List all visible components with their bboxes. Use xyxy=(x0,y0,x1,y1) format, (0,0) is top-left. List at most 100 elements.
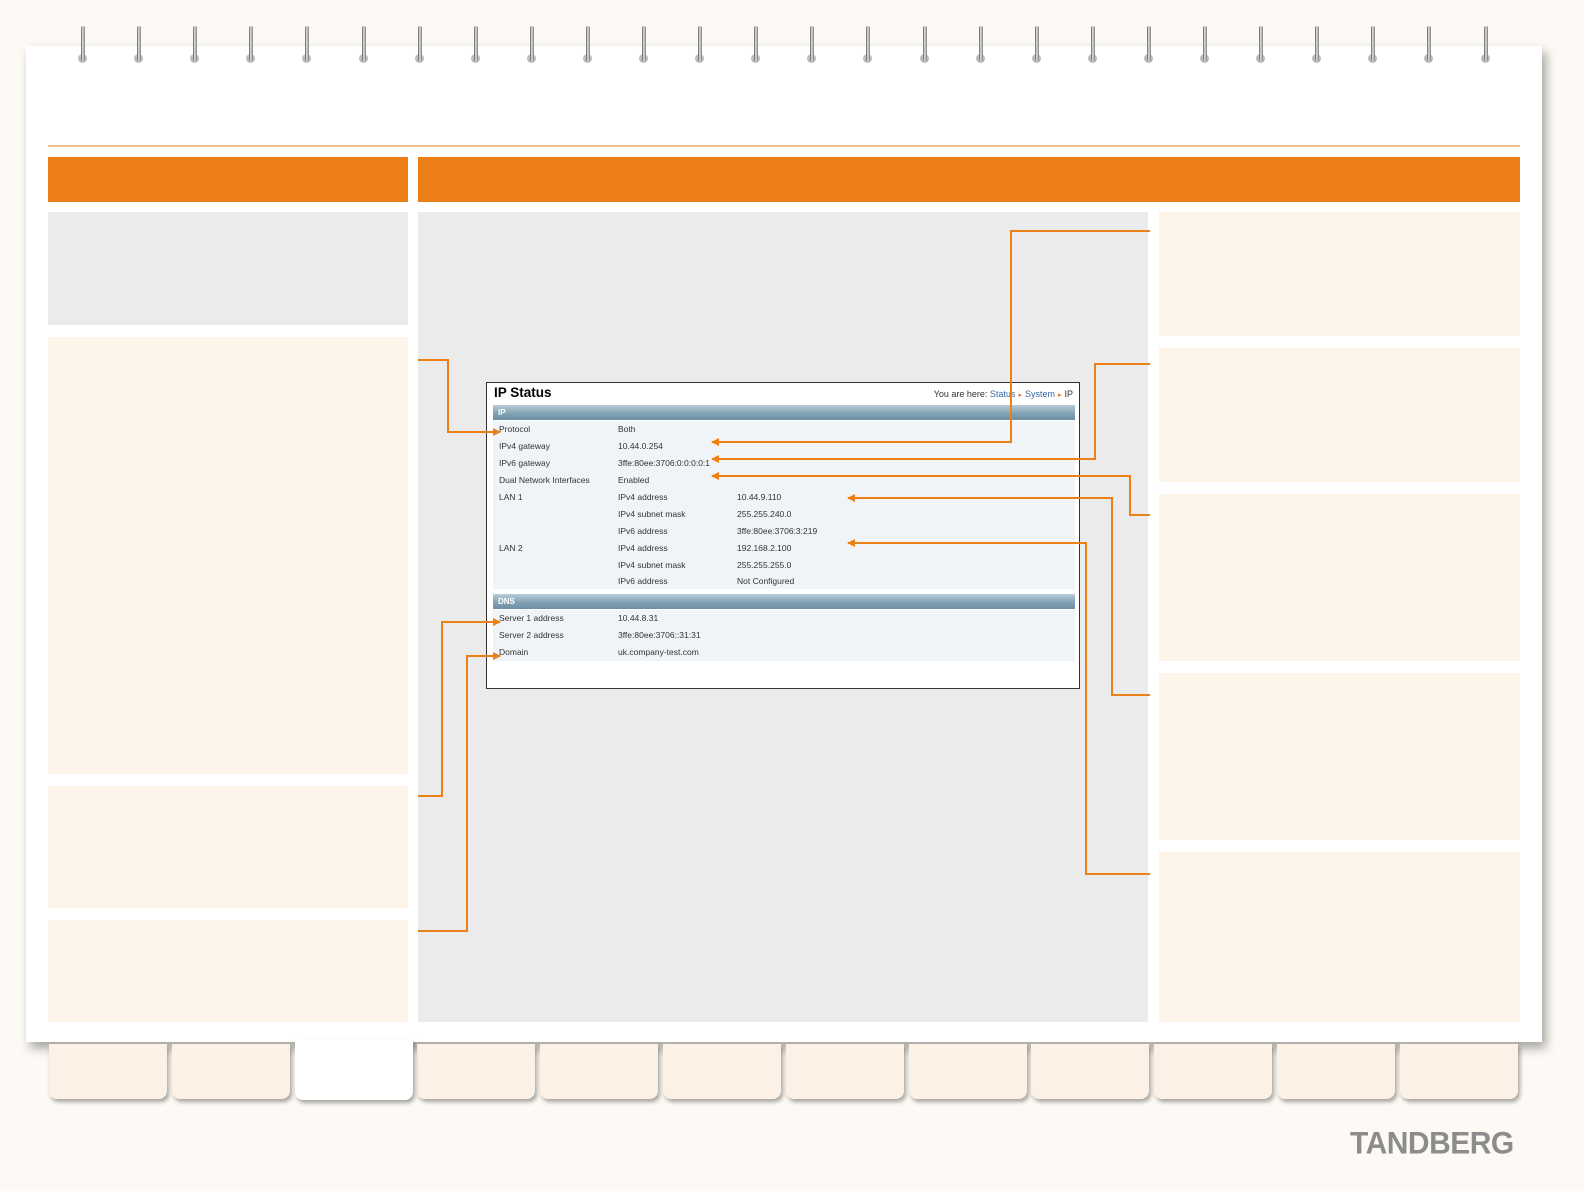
left-note-box-2 xyxy=(48,786,408,908)
right-note-box-4 xyxy=(1159,673,1520,840)
tab-5[interactable] xyxy=(540,1044,659,1099)
binding-ring xyxy=(134,26,144,66)
binding-ring xyxy=(470,26,481,66)
tab-10[interactable] xyxy=(1154,1044,1273,1099)
tab-7[interactable] xyxy=(785,1044,904,1099)
row-label: Dual Network Interfaces xyxy=(499,475,590,485)
binding-ring xyxy=(975,26,986,66)
binding-ring xyxy=(1312,26,1322,66)
right-note-box-1 xyxy=(1159,212,1520,336)
binding-ring xyxy=(358,26,369,66)
tab-1[interactable] xyxy=(49,1044,167,1099)
row-value: 3ffe:80ee:3706::31:31 xyxy=(618,630,701,640)
binding-ring xyxy=(751,26,761,66)
binding-ring xyxy=(1143,26,1154,66)
page-title: IP Status xyxy=(494,385,552,400)
table-row: Server 1 address 10.44.8.31 xyxy=(493,610,1075,627)
row-value: 10.44.8.31 xyxy=(618,613,659,623)
row-subvalue: 10.44.9.110 xyxy=(737,492,782,502)
row-value: Enabled xyxy=(618,475,650,485)
binding-ring xyxy=(919,26,930,66)
row-value: IPv4 subnet mask xyxy=(618,509,686,519)
left-note-box-3 xyxy=(48,920,408,1022)
row-value: IPv6 address xyxy=(618,526,668,536)
binding-ring xyxy=(1424,26,1434,66)
breadcrumb-separator-icon: ▸ xyxy=(1057,392,1062,399)
binding-ring xyxy=(1031,26,1042,66)
row-label: Server 2 address xyxy=(499,630,564,640)
table-row: LAN 1 IPv4 address 10.44.9.110 xyxy=(493,489,1075,506)
table-row: Protocol Both xyxy=(493,421,1075,438)
row-label: Protocol xyxy=(499,424,531,434)
tab-3[interactable] xyxy=(294,1040,413,1100)
dns-section-header: DNS xyxy=(493,594,1075,609)
main-header-bar xyxy=(418,157,1520,202)
binding-ring xyxy=(1256,26,1266,66)
right-note-box-5 xyxy=(1159,852,1520,1022)
binding-ring xyxy=(78,26,88,66)
row-value: IPv6 address xyxy=(618,576,668,586)
table-row: Server 2 address 3ffe:80ee:3706::31:31 xyxy=(493,627,1075,644)
binding-ring xyxy=(1087,26,1098,66)
table-row: IPv4 gateway 10.44.0.254 xyxy=(493,438,1075,455)
tab-11[interactable] xyxy=(1277,1044,1395,1099)
left-intro-box xyxy=(48,212,408,325)
tab-2[interactable] xyxy=(171,1044,290,1099)
row-subvalue: Not Configured xyxy=(737,576,795,586)
row-subvalue: 255.255.255.0 xyxy=(737,560,792,570)
right-note-box-2 xyxy=(1159,348,1520,482)
row-label: LAN 1 xyxy=(499,492,523,502)
row-label: LAN 2 xyxy=(499,543,523,553)
left-header-bar xyxy=(48,157,408,202)
row-value: IPv4 address xyxy=(618,543,668,553)
table-row: IPv4 subnet mask 255.255.240.0 xyxy=(493,506,1075,523)
tandberg-logo: TANDBERG xyxy=(1350,1126,1514,1161)
binding-ring xyxy=(863,26,873,66)
tab-12[interactable] xyxy=(1399,1044,1518,1099)
table-row: IPv4 subnet mask 255.255.255.0 xyxy=(493,557,1075,574)
binding-ring xyxy=(1200,26,1210,66)
row-value: Both xyxy=(618,424,636,434)
ip-section-header: IP xyxy=(493,405,1075,420)
row-value: uk.company-test.com xyxy=(618,647,699,657)
binding-ring xyxy=(414,26,425,66)
breadcrumb-separator-icon: ▸ xyxy=(1018,392,1022,399)
left-note-box-1 xyxy=(48,337,408,774)
row-value: IPv4 subnet mask xyxy=(618,560,686,570)
row-subvalue: 255.255.240.0 xyxy=(737,509,792,519)
dns-section-rows: Server 1 address 10.44.8.31 Server 2 addr… xyxy=(493,610,1075,661)
tab-4[interactable] xyxy=(417,1044,536,1099)
ip-status-screenshot: IP Status You are here: Status ▸ System ▸ IP… xyxy=(486,382,1080,689)
breadcrumb-system-link[interactable]: System xyxy=(1025,389,1055,399)
binding-ring xyxy=(582,26,593,66)
tab-8[interactable] xyxy=(908,1044,1027,1099)
table-row: Domain uk.company-test.com xyxy=(493,644,1075,661)
binding-ring xyxy=(526,26,537,66)
row-value: 10.44.0.254 xyxy=(618,441,663,451)
tab-9[interactable] xyxy=(1031,1044,1150,1099)
row-subvalue: 3ffe:80ee:3706:3:219 xyxy=(737,526,818,536)
row-value: IPv4 address xyxy=(618,492,668,502)
header-divider xyxy=(48,145,1520,147)
right-note-box-3 xyxy=(1159,494,1520,661)
binding-ring xyxy=(302,26,312,66)
binding-ring xyxy=(1368,26,1378,66)
table-row: LAN 2 IPv4 address 192.168.2.100 xyxy=(493,540,1075,557)
row-label: IPv6 gateway xyxy=(499,458,551,468)
table-row: IPv6 address Not Configured xyxy=(493,573,1075,590)
breadcrumb-prefix: You are here: xyxy=(933,389,988,399)
binding-ring xyxy=(190,26,200,66)
breadcrumb-status-link[interactable]: Status xyxy=(990,389,1016,399)
table-row: IPv6 gateway 3ffe:80ee:3706:0:0:0:0:1 xyxy=(493,455,1075,472)
row-label: Server 1 address xyxy=(499,613,564,623)
ip-section-rows: Protocol Both IPv4 gateway 10.44.0.254 IPv… xyxy=(493,421,1075,589)
binding-ring xyxy=(639,26,649,66)
binding-ring xyxy=(695,26,705,66)
row-label: Domain xyxy=(499,647,529,657)
binding-ring xyxy=(807,26,817,66)
row-label: IPv4 gateway xyxy=(499,441,551,451)
row-value: 3ffe:80ee:3706:0:0:0:0:1 xyxy=(618,458,711,468)
row-subvalue: 192.168.2.100 xyxy=(737,543,792,553)
breadcrumb-current: IP xyxy=(1064,389,1073,399)
tab-6[interactable] xyxy=(663,1044,781,1099)
